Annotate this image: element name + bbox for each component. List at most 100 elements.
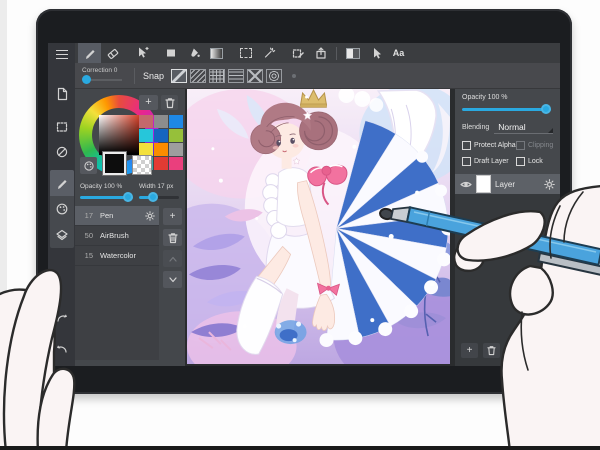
saturation-value-picker[interactable] bbox=[99, 115, 139, 155]
add-layer-button[interactable]: + bbox=[461, 343, 478, 358]
layer-row[interactable]: Layer bbox=[455, 174, 560, 194]
color-swatch[interactable] bbox=[169, 129, 183, 142]
brush-color-panel: + Opacity 100 % Width 17 px 17 Pen 50 Ai… bbox=[75, 89, 185, 366]
select-tool-button[interactable] bbox=[50, 120, 73, 133]
sidebar-layers-tool[interactable] bbox=[50, 222, 74, 248]
deselect-button[interactable] bbox=[50, 145, 73, 158]
layer-opacity-slider[interactable] bbox=[462, 104, 551, 114]
layer-settings-gear-icon[interactable] bbox=[544, 178, 555, 190]
brush-row-airbrush[interactable]: 50 AirBrush bbox=[75, 226, 159, 246]
delete-layer-button[interactable] bbox=[483, 343, 500, 358]
sidebar-brush-tool[interactable] bbox=[49, 170, 74, 196]
delete-brush-button[interactable] bbox=[163, 229, 182, 246]
redo-button[interactable] bbox=[50, 310, 73, 323]
color-swatch[interactable] bbox=[139, 129, 153, 142]
brush-width-knob[interactable] bbox=[148, 192, 158, 202]
color-swatch[interactable] bbox=[154, 129, 168, 142]
magic-wand-tool-button[interactable] bbox=[257, 43, 280, 63]
blending-dropdown[interactable]: Normal bbox=[494, 120, 553, 134]
add-brush-button[interactable]: + bbox=[163, 208, 182, 225]
visibility-eye-icon[interactable] bbox=[460, 180, 472, 189]
paint-bucket-icon bbox=[190, 48, 200, 57]
sidebar-tool-group bbox=[49, 170, 74, 248]
undo-icon bbox=[56, 344, 67, 353]
main-column: Aa Correction 0 Snap + Opacity 100 % Wid… bbox=[75, 43, 560, 366]
foreground-color-chip[interactable] bbox=[102, 151, 127, 176]
select-pen-icon bbox=[292, 49, 304, 58]
eraser-tool-button[interactable] bbox=[101, 43, 124, 63]
protect-alpha-checkbox[interactable]: Protect Alpha bbox=[462, 141, 516, 150]
layer-opacity-knob[interactable] bbox=[541, 104, 551, 114]
snap-radial-button[interactable] bbox=[266, 68, 283, 83]
subbar-divider bbox=[134, 67, 135, 84]
brush-width-slider[interactable] bbox=[139, 192, 179, 202]
anime-illustration bbox=[187, 89, 450, 364]
table-surface-edge bbox=[0, 0, 7, 450]
move-brush-down-button[interactable] bbox=[163, 271, 182, 288]
color-swatch[interactable] bbox=[169, 157, 183, 170]
move-tool-button[interactable] bbox=[130, 43, 153, 63]
add-swatch-button[interactable]: + bbox=[139, 95, 158, 110]
trash-icon bbox=[487, 346, 496, 356]
snap-vanishing-button[interactable] bbox=[247, 68, 264, 83]
correction-slider[interactable] bbox=[82, 75, 128, 84]
color-swatch[interactable] bbox=[154, 143, 168, 156]
move-brush-up-button[interactable] bbox=[163, 250, 182, 267]
brush-opacity-knob[interactable] bbox=[123, 192, 133, 202]
menu-button[interactable] bbox=[50, 48, 73, 61]
tool-options-bar: Correction 0 Snap bbox=[75, 63, 560, 89]
merge-layer-button[interactable] bbox=[505, 343, 522, 358]
pointer-icon bbox=[373, 48, 381, 59]
transparent-color-chip[interactable] bbox=[132, 155, 152, 175]
brush-row-watercolor[interactable]: 15 Watercolor bbox=[75, 246, 159, 266]
color-swatch[interactable] bbox=[169, 143, 183, 156]
text-tool-icon: Aa bbox=[392, 48, 405, 58]
brush-list: 17 Pen 50 AirBrush 15 Watercolor bbox=[75, 206, 159, 360]
cursor-tool-button[interactable] bbox=[364, 43, 387, 63]
lock-checkbox[interactable]: Lock bbox=[516, 157, 543, 166]
gradient-tool-button[interactable] bbox=[205, 43, 228, 63]
paint-app-screen: Aa Correction 0 Snap + Opacity 100 % Wid… bbox=[48, 43, 560, 366]
pen-icon bbox=[85, 50, 95, 59]
snap-off-button[interactable] bbox=[171, 68, 188, 83]
color-swatch[interactable] bbox=[154, 115, 168, 128]
split-view-button[interactable] bbox=[341, 43, 364, 63]
snap-grid-button[interactable] bbox=[209, 68, 226, 83]
layer-list-area: + bbox=[455, 194, 560, 366]
snap-more-dot[interactable] bbox=[292, 73, 297, 78]
top-toolbar: Aa bbox=[75, 43, 560, 63]
delete-swatch-button[interactable] bbox=[161, 95, 178, 110]
text-tool-button[interactable]: Aa bbox=[387, 43, 410, 63]
brush-list-buttons: + bbox=[163, 208, 182, 288]
brush-settings-gear-icon[interactable] bbox=[145, 210, 155, 221]
color-swatch[interactable] bbox=[139, 115, 153, 128]
select-rect-tool-button[interactable] bbox=[234, 43, 257, 63]
color-swatch[interactable] bbox=[169, 115, 183, 128]
canvas-area[interactable] bbox=[185, 89, 455, 366]
new-document-button[interactable] bbox=[50, 87, 73, 100]
snap-parallel-button[interactable] bbox=[190, 68, 207, 83]
layer-thumbnail bbox=[476, 175, 491, 193]
export-icon bbox=[315, 47, 326, 59]
chevron-down-icon bbox=[168, 276, 177, 282]
draft-layer-checkbox[interactable]: Draft Layer bbox=[462, 157, 516, 166]
brush-row-pen[interactable]: 17 Pen bbox=[75, 206, 159, 226]
layers-icon bbox=[55, 229, 68, 241]
marquee-icon bbox=[239, 48, 252, 58]
pen-tool-button[interactable] bbox=[78, 43, 101, 63]
document-icon bbox=[57, 87, 67, 100]
shape-tool-button[interactable] bbox=[159, 43, 182, 63]
brush-opacity-slider[interactable] bbox=[80, 192, 133, 202]
fill-tool-button[interactable] bbox=[182, 43, 205, 63]
brush-icon bbox=[57, 180, 67, 189]
sidebar-color-tool[interactable] bbox=[50, 196, 74, 222]
deselect-icon bbox=[56, 146, 67, 157]
color-swatch[interactable] bbox=[154, 157, 168, 170]
left-sidebar bbox=[48, 43, 75, 366]
snap-horizontal-button[interactable] bbox=[228, 68, 245, 83]
select-pen-tool-button[interactable] bbox=[286, 43, 309, 63]
export-button[interactable] bbox=[309, 43, 332, 63]
correction-slider-knob[interactable] bbox=[82, 75, 91, 84]
undo-button[interactable] bbox=[50, 341, 73, 354]
palette-button[interactable] bbox=[80, 157, 97, 174]
